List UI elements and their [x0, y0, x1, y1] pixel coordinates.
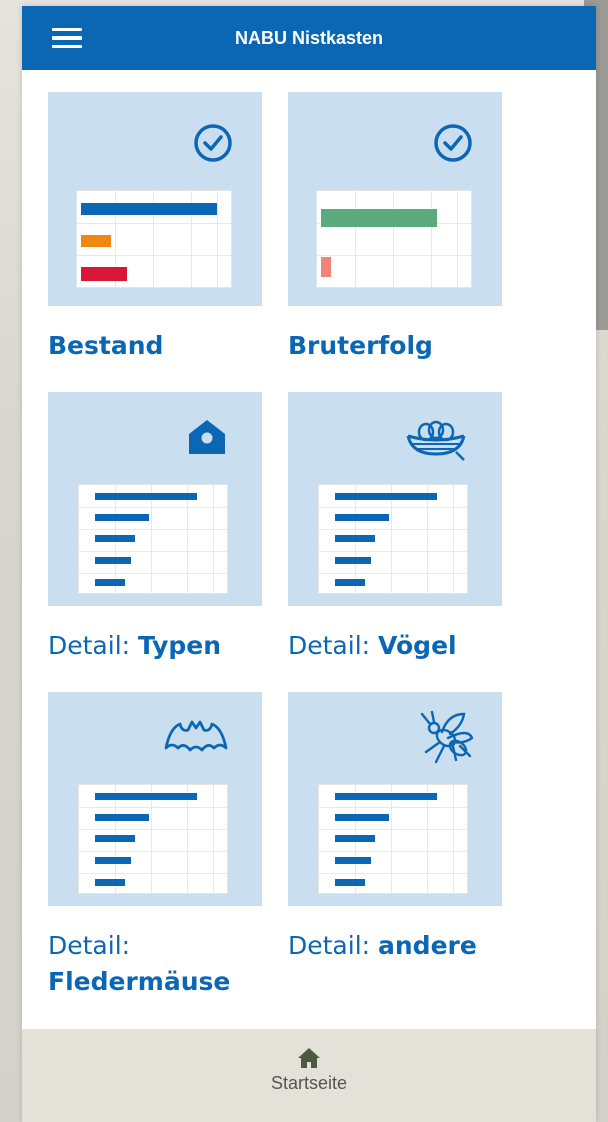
insect-icon: [420, 710, 474, 764]
chart-preview: [78, 784, 228, 894]
tile-label-title: Fledermäuse: [48, 967, 231, 996]
home-nav-button[interactable]: Startseite: [259, 1047, 359, 1103]
tile-image: [48, 92, 262, 306]
tile-image: [288, 92, 502, 306]
check-circle-icon: [434, 124, 472, 162]
tile-image: [288, 392, 502, 606]
app-bar: NABU Nistkasten: [22, 6, 596, 70]
chart-preview: [76, 190, 232, 288]
app-title: NABU Nistkasten: [234, 28, 384, 48]
tile-label-title: andere: [378, 931, 477, 960]
chart-preview: [78, 484, 228, 594]
tile-label-prefix: Detail:: [288, 631, 379, 660]
home-icon: [298, 1048, 320, 1068]
bat-icon: [164, 720, 228, 752]
home-nav-label: Startseite: [270, 1073, 348, 1093]
chart-preview: [318, 484, 468, 594]
check-circle-icon: [194, 124, 232, 162]
tile-label: Detail: Fledermäuse: [48, 928, 288, 1000]
tile-image: [48, 392, 262, 606]
tile-label-title: Bestand: [48, 331, 164, 360]
nest-icon: [406, 420, 466, 461]
tile-label-title: Typen: [138, 631, 222, 660]
bottom-nav: Startseite: [22, 1029, 596, 1122]
tile-label: Detail: Vögel: [288, 628, 528, 664]
house-icon: [189, 420, 225, 454]
tile-label: Bestand: [48, 328, 288, 364]
tile-label-prefix: Detail:: [48, 631, 139, 660]
tile-label: Detail: andere: [288, 928, 528, 964]
hamburger-menu-icon[interactable]: [52, 22, 88, 54]
app-window: NABU Nistkasten Bestand Bruterfolg Detai…: [22, 6, 596, 1122]
tile-label-prefix: Detail:: [288, 931, 379, 960]
chart-preview: [316, 190, 472, 288]
chart-preview: [318, 784, 468, 894]
tile-label-title: Bruterfolg: [288, 331, 433, 360]
tile-label: Detail: Typen: [48, 628, 288, 664]
tile-image: [288, 692, 502, 906]
tile-image: [48, 692, 262, 906]
tile-label-title: Vögel: [378, 631, 457, 660]
tile-label-prefix: Detail:: [48, 931, 131, 960]
tile-label: Bruterfolg: [288, 328, 528, 364]
